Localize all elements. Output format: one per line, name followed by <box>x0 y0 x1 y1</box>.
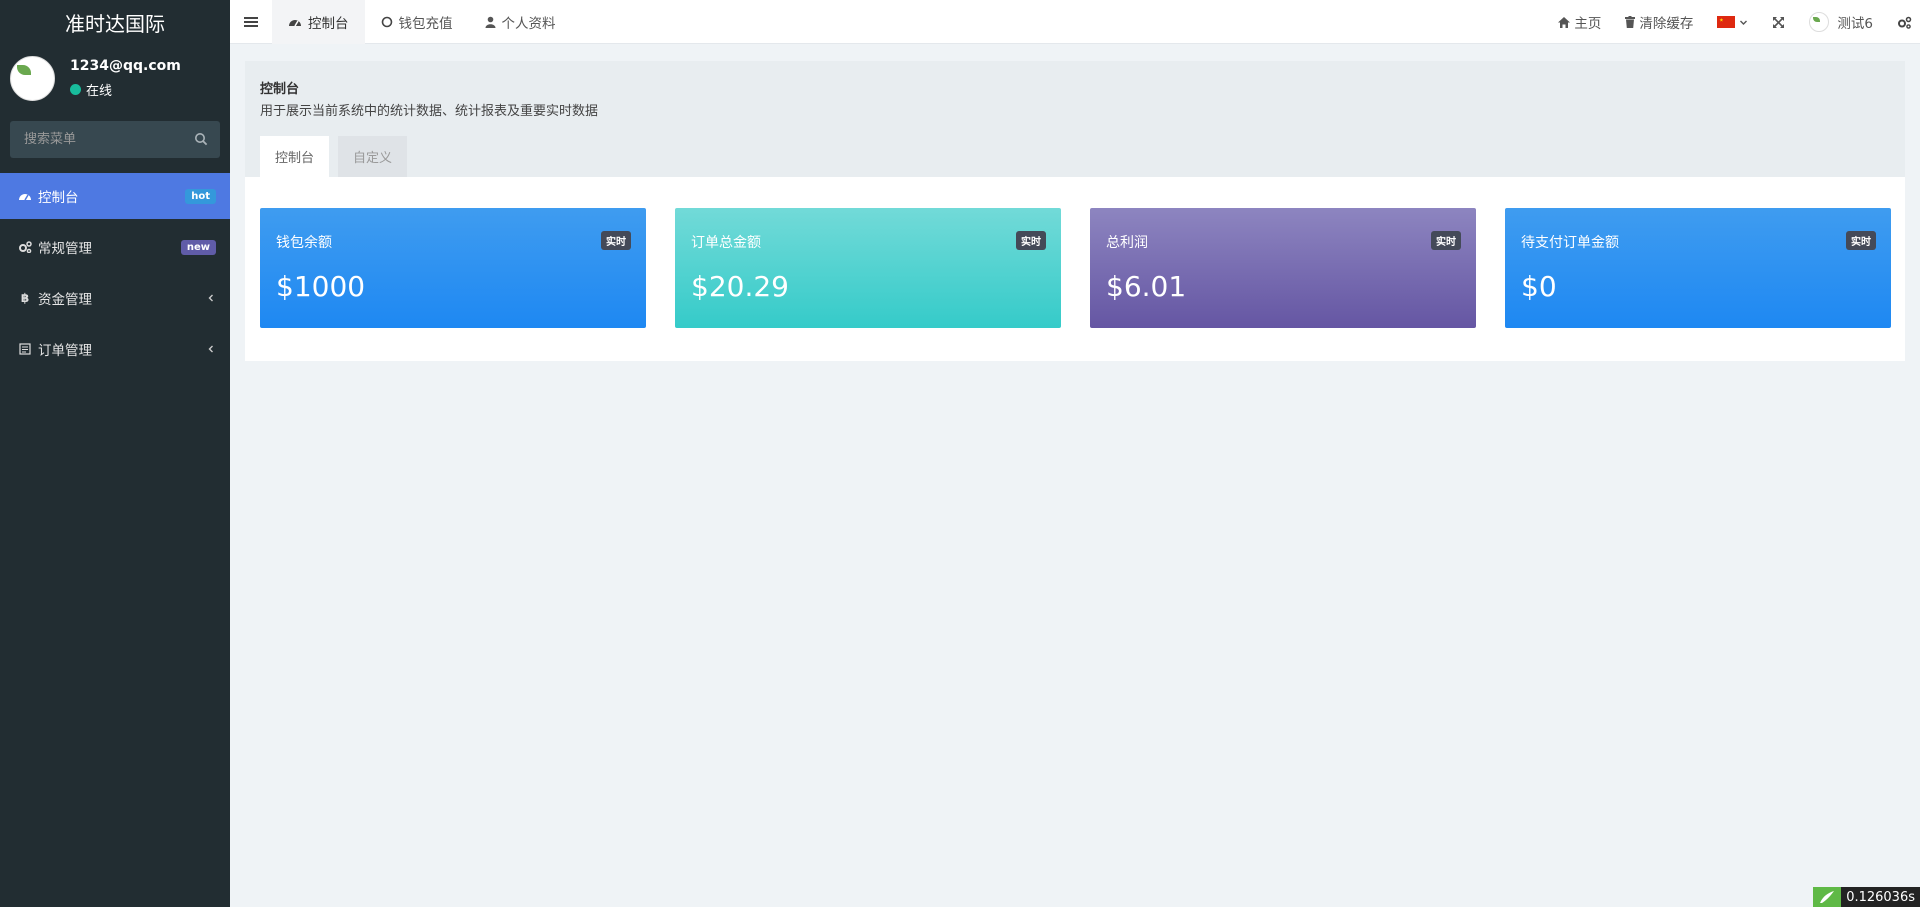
menu-icon <box>244 16 258 27</box>
list-icon <box>18 342 32 356</box>
tab-wallet-recharge[interactable]: 钱包充值 <box>365 0 469 44</box>
dashboard-panel: 控制台 用于展示当前系统中的统计数据、统计报表及重要实时数据 控制台 自定义 钱… <box>245 61 1905 361</box>
dashboard-icon <box>289 19 301 26</box>
cogs-icon <box>1898 16 1912 29</box>
topbar: 控制台 钱包充值 个人资料 主页 清除缓存 测试6 <box>230 0 1920 44</box>
sidebar-item-label: 控制台 <box>38 190 79 206</box>
new-badge: new <box>180 239 216 255</box>
home-link[interactable]: 主页 <box>1546 0 1613 44</box>
home-icon <box>1558 16 1571 28</box>
card-title: 订单总金额 <box>691 235 761 251</box>
china-flag-icon <box>1717 16 1736 28</box>
sidebar: 准时达国际 1234@qq.com 在线 控制台 hot 常规管理 new ฿ <box>0 0 230 907</box>
tab-dashboard[interactable]: 控制台 <box>272 0 365 44</box>
hot-badge: hot <box>185 188 216 204</box>
topbar-right: 主页 清除缓存 测试6 <box>1546 0 1920 44</box>
user-icon <box>485 16 495 28</box>
dashboard-icon <box>18 189 32 203</box>
fullscreen-button[interactable] <box>1760 0 1797 44</box>
card-value: $6.01 <box>1106 270 1187 303</box>
cogs-icon <box>18 240 32 254</box>
stat-cards: 钱包余额 实时 $1000 订单总金额 实时 $20.29 总利润 实时 $6.… <box>260 208 1891 328</box>
sidebar-item-orders[interactable]: 订单管理 <box>0 326 230 372</box>
card-value: $1000 <box>276 270 366 303</box>
total-profit-card: 总利润 实时 $6.01 <box>1090 208 1476 328</box>
realtime-badge: 实时 <box>1431 231 1461 250</box>
sidebar-item-label: 资金管理 <box>38 292 92 308</box>
user-panel: 1234@qq.com 在线 <box>0 44 230 110</box>
sidebar-item-dashboard[interactable]: 控制台 hot <box>0 173 230 219</box>
chevron-left-icon <box>208 345 213 353</box>
page-description: 用于展示当前系统中的统计数据、统计报表及重要实时数据 <box>260 104 599 119</box>
timer-value: 0.126036s <box>1841 887 1920 907</box>
chevron-down-icon <box>1740 20 1748 25</box>
card-title: 待支付订单金额 <box>1521 235 1619 251</box>
trash-icon <box>1625 16 1636 28</box>
tab-custom[interactable]: 自定义 <box>338 136 408 177</box>
home-label: 主页 <box>1574 16 1602 32</box>
debug-timer[interactable]: 0.126036s <box>1813 887 1920 907</box>
tab-label: 控制台 <box>308 15 349 32</box>
card-title: 钱包余额 <box>276 235 332 251</box>
search-menu-input[interactable] <box>10 121 220 158</box>
order-total-card: 订单总金额 实时 $20.29 <box>675 208 1061 328</box>
wallet-balance-card: 钱包余额 实时 $1000 <box>260 208 646 328</box>
brand-logo[interactable]: 准时达国际 <box>0 0 230 44</box>
panel-header: 控制台 用于展示当前系统中的统计数据、统计报表及重要实时数据 控制台 自定义 <box>245 61 1905 177</box>
page-title: 控制台 <box>260 82 300 97</box>
bitcoin-icon: ฿ <box>20 291 30 305</box>
realtime-badge: 实时 <box>1016 231 1046 250</box>
sidebar-item-label: 订单管理 <box>38 343 92 359</box>
sidebar-item-label: 常规管理 <box>38 241 92 257</box>
card-value: $0 <box>1521 270 1557 303</box>
username-label: 测试6 <box>1837 16 1873 32</box>
tab-label: 个人资料 <box>501 15 556 32</box>
realtime-badge: 实时 <box>601 231 631 250</box>
user-status: 在线 <box>70 80 112 99</box>
settings-button[interactable] <box>1887 0 1920 44</box>
clear-cache-button[interactable]: 清除缓存 <box>1613 0 1705 44</box>
circle-icon <box>381 16 392 27</box>
language-dropdown[interactable] <box>1705 0 1760 44</box>
sidebar-item-funds[interactable]: ฿ 资金管理 <box>0 275 230 321</box>
pending-payment-card: 待支付订单金额 实时 $0 <box>1505 208 1891 328</box>
realtime-badge: 实时 <box>1846 231 1876 250</box>
tab-console[interactable]: 控制台 <box>260 136 330 177</box>
debug-logo-icon <box>1813 887 1842 907</box>
card-value: $20.29 <box>691 270 789 303</box>
expand-icon <box>1773 16 1785 28</box>
user-menu[interactable]: 测试6 <box>1797 0 1887 44</box>
card-title: 总利润 <box>1106 235 1148 251</box>
clear-cache-label: 清除缓存 <box>1639 16 1694 32</box>
tab-profile[interactable]: 个人资料 <box>469 0 572 44</box>
chevron-left-icon <box>208 294 213 302</box>
sidebar-menu: 控制台 hot 常规管理 new ฿ 资金管理 订单管理 <box>0 173 230 377</box>
avatar <box>10 56 55 101</box>
sidebar-search <box>10 121 220 158</box>
tab-label: 钱包充值 <box>398 15 453 32</box>
search-icon[interactable] <box>194 132 208 146</box>
online-dot-icon <box>70 84 81 95</box>
user-status-label: 在线 <box>86 84 113 99</box>
sidebar-item-general[interactable]: 常规管理 new <box>0 224 230 270</box>
user-name: 1234@qq.com <box>70 58 181 74</box>
avatar <box>1809 12 1830 32</box>
sidebar-toggle-button[interactable] <box>230 0 272 44</box>
